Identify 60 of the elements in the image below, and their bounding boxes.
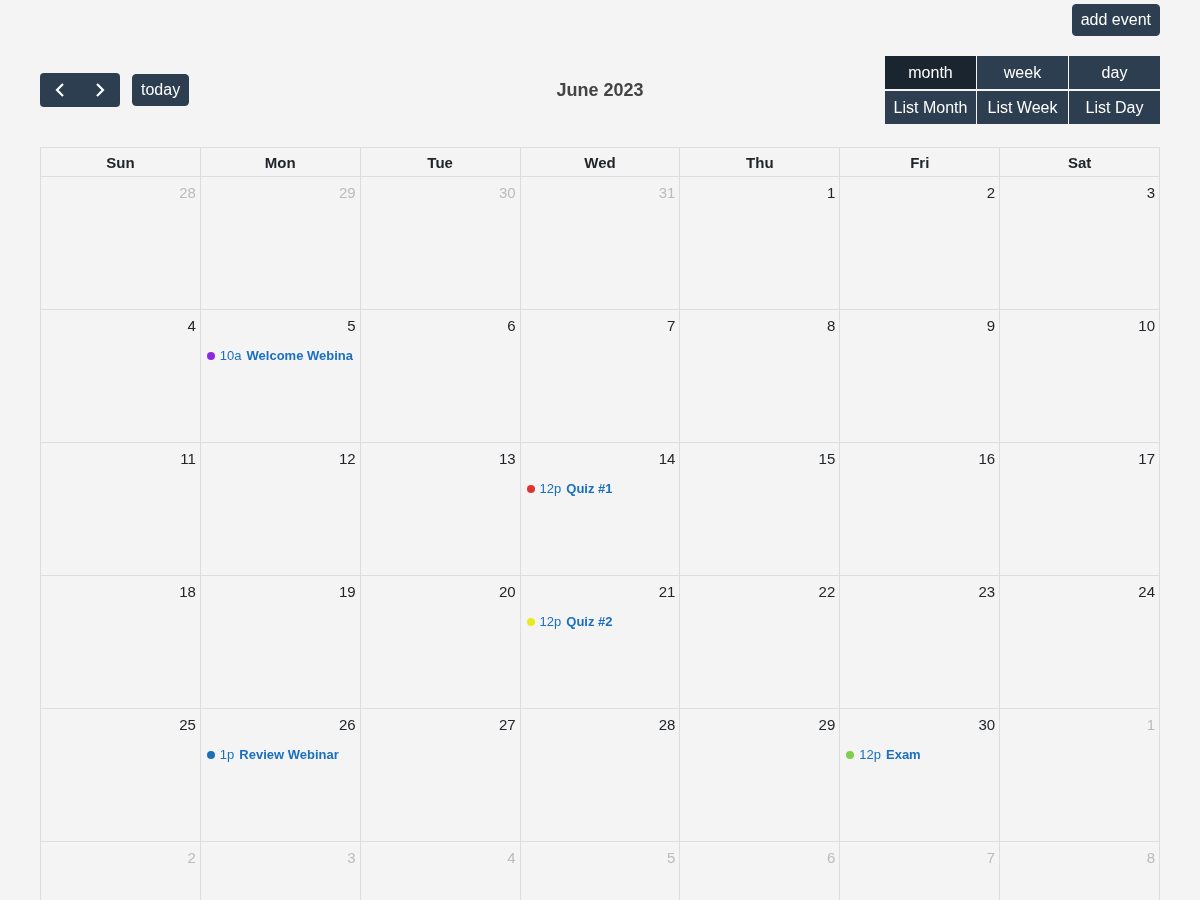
event-time[interactable]: 12p — [859, 747, 881, 762]
calendar-title: June 2023 — [556, 79, 644, 101]
view-button[interactable]: day — [1069, 56, 1160, 89]
day-number[interactable]: 29 — [818, 709, 840, 733]
day-number[interactable]: 19 — [339, 576, 360, 600]
day-number[interactable]: 26 — [339, 709, 360, 733]
event-time[interactable]: 1p — [219, 747, 235, 762]
view-button[interactable]: List Month — [885, 91, 976, 124]
day-number[interactable]: 2 — [986, 177, 1000, 201]
day-number[interactable]: 23 — [978, 576, 1000, 600]
day-number[interactable]: 25 — [179, 709, 200, 733]
weekday-header: Tue — [360, 148, 521, 177]
previous-button[interactable] — [40, 73, 80, 107]
day-number[interactable]: 24 — [1138, 576, 1159, 600]
day-number[interactable]: 5 — [347, 310, 360, 334]
event-time[interactable]: 10a — [219, 348, 242, 363]
day-number[interactable]: 18 — [179, 576, 200, 600]
day-number[interactable]: 9 — [986, 310, 1000, 334]
day-number[interactable]: 12 — [339, 443, 360, 467]
weekday-header: Sun — [41, 148, 201, 177]
event-time[interactable]: 12p — [539, 481, 562, 496]
day-number[interactable]: 4 — [187, 310, 200, 334]
weekday-header: Wed — [520, 148, 681, 177]
weekday-header: Thu — [680, 148, 841, 177]
day-number[interactable]: 28 — [658, 709, 680, 733]
event-title[interactable]: Exam — [886, 747, 921, 762]
day-number[interactable]: 1 — [826, 177, 840, 201]
day-number[interactable]: 30 — [978, 709, 1000, 733]
view-button[interactable]: List Day — [1069, 91, 1160, 124]
event-time[interactable]: 12p — [539, 614, 562, 629]
chevron-left-icon — [55, 82, 65, 98]
event-title[interactable]: Quiz #1 — [566, 481, 613, 496]
day-number[interactable]: 22 — [818, 576, 840, 600]
day-number[interactable]: 3 — [1146, 177, 1159, 201]
day-number[interactable]: 17 — [1138, 443, 1159, 467]
event-title[interactable]: Quiz #2 — [566, 614, 613, 629]
day-number[interactable]: 11 — [180, 443, 200, 467]
view-button[interactable]: week — [977, 56, 1068, 89]
day-number[interactable]: 15 — [818, 443, 840, 467]
event-title[interactable]: Welcome Webina — [246, 348, 353, 363]
day-number[interactable]: 13 — [498, 443, 520, 467]
day-number[interactable]: 7 — [667, 310, 680, 334]
day-number[interactable]: 6 — [507, 310, 520, 334]
day-number[interactable]: 10 — [1138, 310, 1159, 334]
weekday-header: Mon — [200, 148, 361, 177]
day-number[interactable]: 21 — [658, 576, 680, 600]
day-number[interactable]: 16 — [978, 443, 1000, 467]
day-number[interactable]: 14 — [658, 443, 680, 467]
view-button[interactable]: month — [885, 56, 976, 89]
day-number[interactable]: 27 — [498, 709, 520, 733]
weekday-header: Sat — [1000, 148, 1160, 177]
chevron-right-icon — [95, 82, 105, 98]
next-button[interactable] — [80, 73, 120, 107]
day-number[interactable]: 8 — [826, 310, 840, 334]
add-event-button[interactable]: add event — [1071, 4, 1160, 36]
day-number[interactable]: 20 — [498, 576, 520, 600]
view-button[interactable]: List Week — [977, 91, 1068, 124]
weekday-header: Fri — [840, 148, 1001, 177]
today-button[interactable]: today — [132, 74, 190, 106]
event-title[interactable]: Review Webinar — [239, 747, 339, 762]
